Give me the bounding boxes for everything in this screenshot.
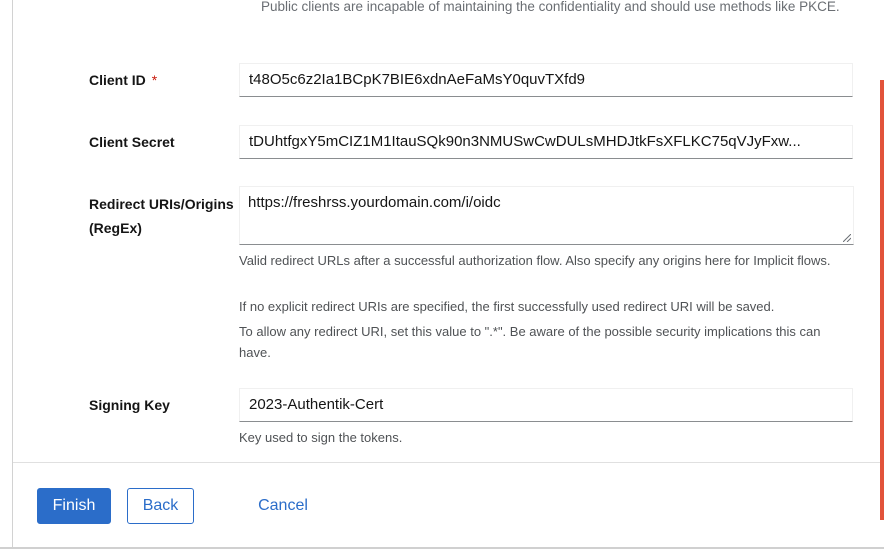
scrollbar[interactable] bbox=[880, 80, 884, 520]
redirect-uris-label-line1: Redirect URIs/Origins bbox=[89, 196, 234, 212]
redirect-uris-help-2: If no explicit redirect URIs are specifi… bbox=[239, 299, 775, 314]
client-id-label-text: Client ID bbox=[89, 72, 146, 88]
back-button[interactable]: Back bbox=[127, 488, 194, 524]
redirect-uris-help-3: To allow any redirect URI, set this valu… bbox=[239, 324, 821, 360]
client-id-label: Client ID * bbox=[89, 68, 157, 92]
signing-key-select[interactable]: 2023-Authentik-Cert bbox=[239, 388, 853, 422]
redirect-uris-label-line2: (RegEx) bbox=[89, 220, 142, 236]
resize-grip-icon[interactable] bbox=[843, 234, 851, 242]
client-id-input[interactable]: t48O5c6z2Ia1BCpK7BIE6xdnAeFaMsY0quvTXfd9 bbox=[239, 63, 853, 97]
signing-key-label: Signing Key bbox=[89, 397, 170, 413]
footer-divider bbox=[13, 462, 884, 463]
redirect-uris-label: Redirect URIs/Origins (RegEx) bbox=[89, 192, 234, 240]
redirect-uris-value: https://freshrss.yourdomain.com/i/oidc bbox=[248, 194, 501, 211]
finish-button[interactable]: Finish bbox=[37, 488, 111, 524]
redirect-uris-textarea[interactable]: https://freshrss.yourdomain.com/i/oidc bbox=[239, 186, 854, 245]
redirect-uris-help-1: Valid redirect URLs after a successful a… bbox=[239, 253, 831, 268]
panel-left-border bbox=[12, 0, 13, 549]
required-marker: * bbox=[151, 72, 158, 88]
cancel-button[interactable]: Cancel bbox=[248, 488, 318, 524]
client-secret-input[interactable]: tDUhtfgxY5mCIZ1M1ItauSQk90n3NMUSwCwDULsM… bbox=[239, 125, 853, 159]
client-secret-label: Client Secret bbox=[89, 134, 175, 150]
client-type-help-text: Public clients are incapable of maintain… bbox=[261, 0, 840, 14]
signing-key-help: Key used to sign the tokens. bbox=[239, 430, 403, 445]
